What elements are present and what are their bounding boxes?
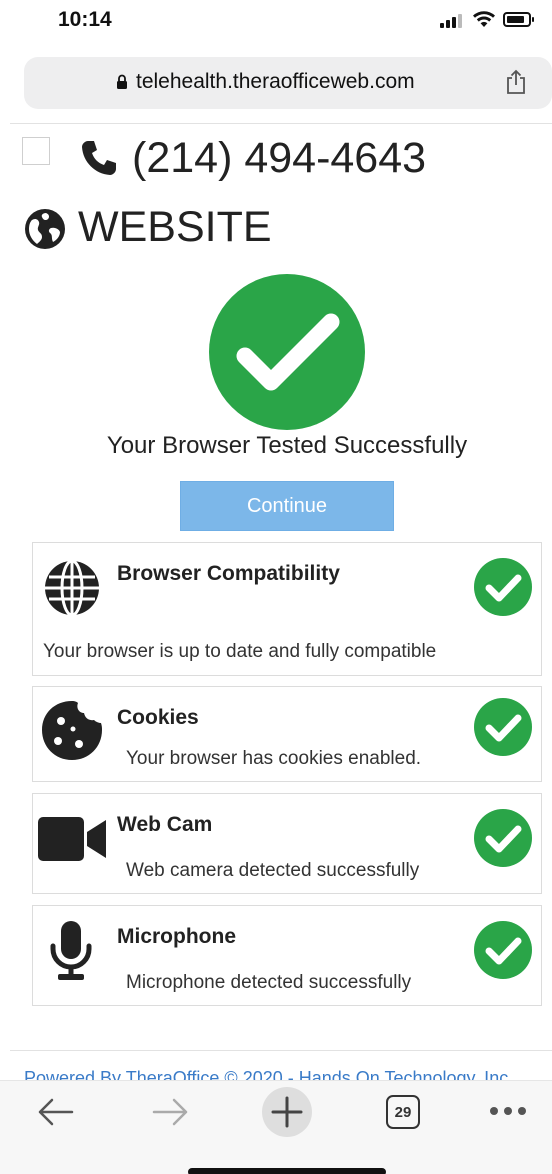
battery-icon [503, 12, 534, 27]
continue-button[interactable]: Continue [180, 481, 394, 531]
tab-switcher-button[interactable]: 29 [386, 1095, 420, 1129]
cookie-icon [42, 701, 102, 760]
new-tab-button[interactable] [262, 1087, 312, 1137]
check-title: Cookies [117, 706, 199, 729]
globe-icon [45, 559, 99, 617]
check-circle-icon [474, 809, 532, 867]
globe-americas-icon [25, 209, 65, 249]
wifi-icon [473, 11, 495, 27]
check-title: Browser Compatibility [117, 562, 340, 585]
video-camera-icon [38, 817, 106, 861]
check-card-browser: Browser Compatibility Your browser is up… [32, 542, 542, 676]
checkbox[interactable] [22, 137, 50, 165]
check-circle-icon [474, 921, 532, 979]
result-title: Your Browser Tested Successfully [106, 432, 468, 459]
url-text[interactable]: telehealth.theraofficeweb.com [136, 70, 415, 94]
share-icon[interactable] [505, 69, 527, 95]
check-card-cookies: Cookies Your browser has cookies enabled… [32, 686, 542, 782]
check-circle-icon [474, 558, 532, 616]
lock-icon [117, 74, 127, 89]
website-link[interactable]: WEBSITE [78, 203, 272, 252]
check-card-microphone: Microphone Microphone detected successfu… [32, 905, 542, 1006]
phone-icon [82, 141, 116, 175]
check-description: Your browser is up to date and fully com… [43, 641, 437, 662]
check-card-webcam: Web Cam Web camera detected successfully [32, 793, 542, 894]
phone-number[interactable]: (214) 494-4643 [132, 134, 426, 183]
success-check-icon [209, 274, 365, 430]
browser-toolbar: 29 [0, 1080, 552, 1174]
cellular-signal-icon [440, 14, 462, 28]
more-options-icon[interactable] [488, 1105, 528, 1117]
back-arrow-icon[interactable] [36, 1097, 76, 1127]
check-title: Microphone [117, 925, 236, 948]
check-description: Your browser has cookies enabled. [126, 748, 422, 769]
forward-arrow-icon[interactable] [150, 1097, 190, 1127]
status-bar: 10:14 [0, 0, 552, 46]
check-description: Microphone detected successfully [126, 972, 412, 993]
check-circle-icon [474, 698, 532, 756]
address-bar[interactable]: telehealth.theraofficeweb.com [24, 57, 552, 109]
check-description: Web camera detected successfully [126, 860, 420, 881]
footer-link[interactable]: Powered By TheraOffice © 2020 - Hands On… [24, 1068, 513, 1080]
check-title: Web Cam [117, 813, 213, 836]
header-divider [10, 123, 552, 124]
footer-divider [10, 1050, 552, 1051]
status-time: 10:14 [58, 8, 112, 31]
home-indicator [188, 1168, 386, 1174]
microphone-icon [50, 921, 92, 980]
plus-icon [271, 1096, 303, 1128]
